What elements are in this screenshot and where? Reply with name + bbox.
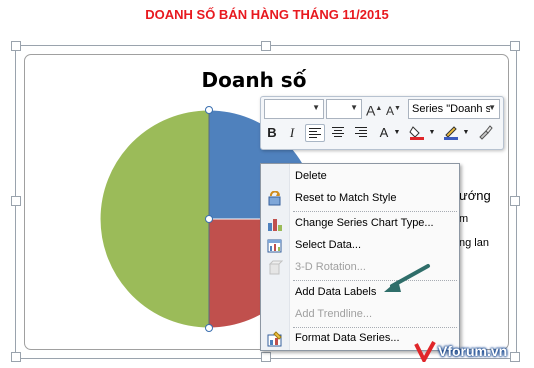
select-data-icon	[267, 239, 282, 253]
legend-entry: ướng	[459, 188, 491, 203]
chevron-down-icon: ▼	[488, 103, 496, 112]
menu-item-label: Change Series Chart Type...	[295, 217, 434, 229]
menu-item-label: Reset to Match Style	[295, 192, 397, 204]
chevron-down-icon: ▼	[312, 103, 320, 112]
chevron-down-icon[interactable]: ▼	[461, 124, 471, 142]
menu-item-label: Select Data...	[295, 239, 362, 251]
align-left-icon	[309, 128, 321, 138]
align-center-icon	[332, 127, 344, 137]
series-selector-value: Series "Doanh s	[412, 103, 490, 115]
chevron-down-icon: ▼	[350, 103, 358, 112]
legend-entry: ng lan	[459, 237, 489, 249]
selection-handle[interactable]	[205, 324, 213, 332]
font-size-dropdown[interactable]: ▼	[326, 99, 362, 119]
legend-entry: m	[459, 213, 469, 225]
menu-item-reset-to-match-style[interactable]: Reset to Match Style	[261, 188, 459, 210]
menu-item-3d-rotation[interactable]: 3-D Rotation...	[261, 257, 459, 279]
paint-bucket-icon	[409, 126, 424, 140]
reset-style-icon	[268, 191, 281, 206]
align-left-button[interactable]	[305, 124, 325, 142]
grow-font-label: A	[366, 102, 376, 119]
shrink-font-label: A	[386, 104, 395, 118]
menu-item-select-data[interactable]: Select Data...	[261, 235, 459, 257]
chart-type-icon	[268, 219, 282, 231]
italic-button[interactable]: I	[284, 124, 300, 142]
menu-item-label: Format Data Series...	[295, 332, 400, 344]
3d-rotation-icon	[268, 260, 283, 275]
menu-item-change-series-chart-type[interactable]: Change Series Chart Type...	[261, 213, 459, 235]
chevron-down-icon[interactable]: ▼	[392, 124, 402, 142]
context-menu: Delete Reset to Match Style Change Serie…	[260, 163, 460, 351]
menu-item-label: Add Data Labels	[295, 286, 377, 298]
menu-item-add-trendline[interactable]: Add Trendline...	[261, 304, 459, 326]
align-center-button[interactable]	[328, 124, 348, 142]
series-selector-dropdown[interactable]: Series "Doanh s ▼	[408, 99, 500, 119]
menu-item-label: Delete	[295, 170, 327, 182]
font-name-dropdown[interactable]: ▼	[264, 99, 324, 119]
outline-color-button[interactable]	[441, 124, 461, 142]
bold-button[interactable]: B	[264, 124, 280, 142]
pie-slice[interactable]	[99, 109, 210, 329]
format-painter-icon	[479, 125, 493, 140]
grow-font-icon[interactable]: A▲	[366, 100, 382, 119]
format-series-icon	[267, 331, 282, 347]
align-right-button[interactable]	[351, 124, 371, 142]
watermark-text: Vforum.vn	[438, 343, 508, 359]
watermark: Vforum.vn	[414, 340, 530, 364]
chevron-down-icon[interactable]: ▼	[427, 124, 437, 142]
align-right-icon	[355, 127, 367, 137]
menu-separator	[293, 211, 457, 212]
format-painter-button[interactable]	[475, 124, 495, 142]
menu-item-add-data-labels[interactable]: Add Data Labels	[261, 282, 459, 304]
pen-icon	[444, 126, 458, 140]
vforum-logo-icon	[414, 341, 436, 362]
shrink-font-icon[interactable]: A▼	[386, 100, 401, 118]
font-color-label: A	[379, 125, 389, 140]
fill-color-button[interactable]	[407, 124, 427, 142]
selection-handle[interactable]	[205, 215, 213, 223]
menu-separator	[293, 280, 457, 281]
mini-toolbar: ▼ ▼ A▲ A▼ Series "Doanh s ▼ B I A ▼ ▼ ▼	[260, 96, 504, 150]
selection-handle[interactable]	[205, 106, 213, 114]
menu-item-delete[interactable]: Delete	[261, 166, 459, 188]
menu-item-label: 3-D Rotation...	[295, 261, 366, 273]
menu-item-label: Add Trendline...	[295, 308, 373, 320]
font-color-button[interactable]: A	[376, 124, 392, 142]
